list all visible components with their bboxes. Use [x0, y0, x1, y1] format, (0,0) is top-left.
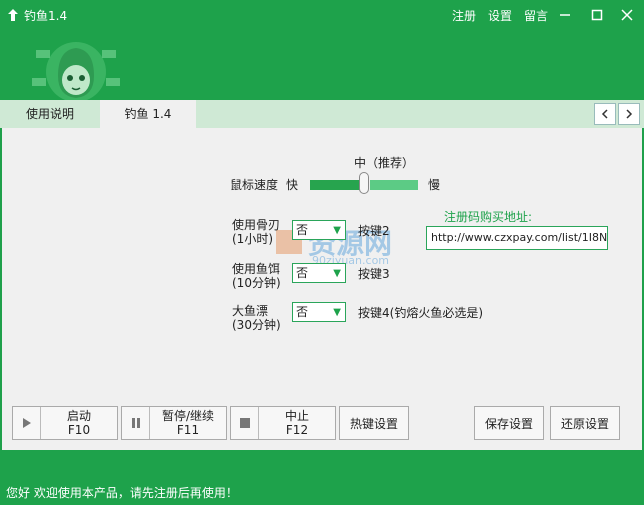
content-panel: 中（推荐） 鼠标速度 快 慢 资源网 90ziyuan.com 使用骨刃 (1小… [2, 128, 642, 450]
chevron-right-icon [626, 109, 633, 119]
option-sub: (1小时) [232, 232, 273, 246]
start-label: 启动 [66, 409, 91, 423]
option-bait-label: 使用鱼饵 (10分钟) [232, 262, 292, 290]
tab-scroll-right-button[interactable] [618, 103, 640, 125]
bone-blade-key: 按键2 [358, 224, 390, 238]
button-bar: 启动 F10 暂停/继续 F11 中止 F12 热键设置 保存设置 还原设置 [2, 398, 642, 444]
pause-button[interactable]: 暂停/继续 F11 [121, 406, 227, 440]
maximize-button[interactable] [586, 5, 608, 25]
start-key: F10 [67, 423, 91, 437]
option-label: 大鱼漂 [232, 304, 269, 318]
register-url-field[interactable]: http://www.czxpay.com/list/1I8NdL [426, 226, 608, 250]
reset-settings-button[interactable]: 还原设置 [550, 406, 620, 440]
dropdown-arrow-icon: ▼ [333, 307, 341, 318]
close-icon [621, 9, 633, 21]
bone-blade-select[interactable]: 否 ▼ [292, 220, 346, 240]
stop-key: F12 [285, 423, 309, 437]
stop-icon [231, 407, 259, 439]
select-value: 否 [296, 266, 309, 280]
speed-slider-thumb[interactable] [359, 172, 369, 194]
title-bar: 钓鱼1.4 注册 设置 留言 [0, 0, 644, 30]
status-bar: 您好 欢迎使用本产品，请先注册后再使用！ [0, 450, 644, 505]
tab-scroll-left-button[interactable] [594, 103, 616, 125]
option-sub: (30分钟) [232, 318, 281, 332]
tab-fishing[interactable]: 钓鱼 1.4 [100, 100, 196, 128]
settings-link[interactable]: 设置 [488, 7, 512, 24]
pause-label: 暂停/继续 [161, 409, 215, 423]
register-url-label: 注册码购买地址: [444, 210, 533, 224]
speed-current-value: 中（推荐） [354, 156, 415, 170]
big-bobber-select[interactable]: 否 ▼ [292, 302, 346, 322]
stop-label: 中止 [284, 409, 309, 423]
option-label: 使用骨刃 [232, 218, 281, 232]
tab-help[interactable]: 使用说明 [0, 100, 100, 128]
speed-slow-label: 慢 [428, 178, 441, 192]
big-bobber-key: 按键4(钓熔火鱼必选是) [358, 306, 483, 320]
option-bone-blade-label: 使用骨刃 (1小时) [232, 218, 292, 246]
hotkey-settings-button[interactable]: 热键设置 [339, 406, 409, 440]
speed-label: 鼠标速度 [230, 178, 279, 192]
option-big-bobber-label: 大鱼漂 (30分钟) [232, 304, 292, 332]
pause-icon [122, 407, 150, 439]
play-icon [13, 407, 41, 439]
save-settings-button[interactable]: 保存设置 [474, 406, 544, 440]
window-title: 钓鱼1.4 [24, 9, 68, 23]
dropdown-arrow-icon: ▼ [333, 225, 341, 236]
start-button[interactable]: 启动 F10 [12, 406, 118, 440]
speed-fast-label: 快 [286, 178, 299, 192]
status-text: 您好 欢迎使用本产品，请先注册后再使用！ [6, 486, 238, 500]
speed-slider-rest [370, 180, 418, 190]
dropdown-arrow-icon: ▼ [333, 268, 341, 279]
minimize-button[interactable] [554, 5, 576, 25]
select-value: 否 [296, 223, 309, 237]
select-value: 否 [296, 305, 309, 319]
option-label: 使用鱼饵 [232, 262, 281, 276]
register-link[interactable]: 注册 [452, 7, 476, 24]
speed-slider-fill [310, 180, 360, 190]
stop-button[interactable]: 中止 F12 [230, 406, 336, 440]
chevron-left-icon [601, 109, 608, 119]
header-band [0, 30, 644, 102]
close-button[interactable] [616, 5, 638, 25]
bait-select[interactable]: 否 ▼ [292, 263, 346, 283]
option-sub: (10分钟) [232, 276, 281, 290]
message-link[interactable]: 留言 [524, 7, 548, 24]
minimize-icon [560, 14, 570, 16]
app-icon [8, 9, 18, 21]
maximize-icon [591, 9, 603, 21]
tab-bar: 使用说明 钓鱼 1.4 [0, 100, 644, 128]
bait-key: 按键3 [358, 267, 390, 281]
title-links: 注册 设置 留言 [452, 7, 548, 24]
pause-key: F11 [176, 423, 200, 437]
mascot-logo [32, 42, 120, 102]
